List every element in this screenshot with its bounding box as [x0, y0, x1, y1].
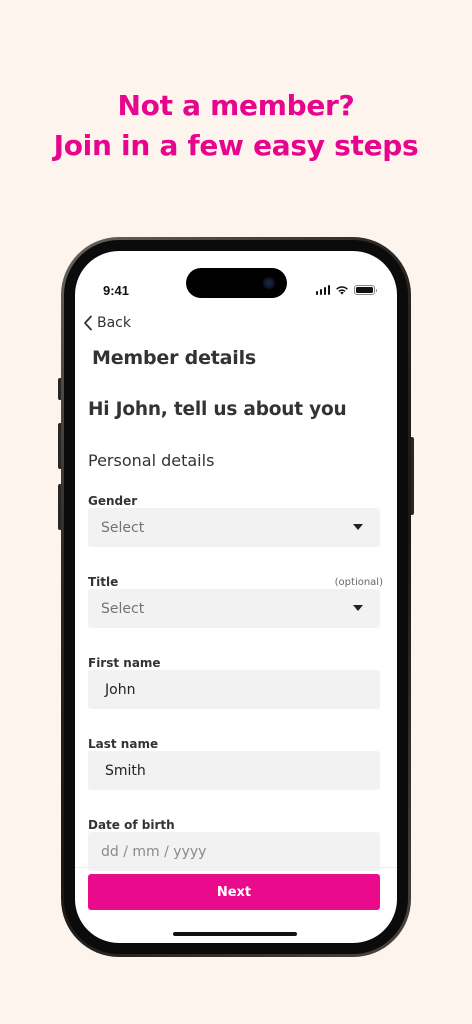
title-select[interactable]: Select: [88, 589, 380, 628]
date-of-birth-placeholder: dd / mm / yyyy: [101, 843, 207, 860]
battery-icon: [354, 285, 377, 295]
last-name-field[interactable]: Smith: [88, 751, 380, 790]
gender-select[interactable]: Select: [88, 508, 380, 547]
title-select-value: Select: [101, 600, 145, 617]
status-bar: 9:41: [75, 251, 397, 307]
last-name-value: Smith: [105, 762, 146, 779]
phone-bezel: 9:41 Back Member details Hi John, tell u…: [64, 240, 408, 954]
last-name-label: Last name: [88, 737, 159, 751]
status-time: 9:41: [103, 283, 130, 298]
page-title: Member details: [92, 347, 256, 369]
date-of-birth-field[interactable]: dd / mm / yyyy: [88, 832, 380, 871]
dropdown-caret-icon: [353, 605, 363, 611]
back-button[interactable]: Back: [83, 315, 131, 331]
promo-heading-line-1: Not a member?: [117, 89, 355, 122]
phone-screen: 9:41 Back Member details Hi John, tell u…: [75, 251, 397, 943]
title-optional-tag: (optional): [334, 577, 383, 588]
greeting-heading: Hi John, tell us about you: [88, 399, 347, 420]
status-icons: [315, 285, 377, 295]
gender-select-value: Select: [101, 519, 145, 536]
title-label: Title: [88, 575, 119, 589]
first-name-value: John: [105, 681, 136, 698]
wifi-icon: [336, 286, 348, 295]
next-button[interactable]: Next: [88, 874, 380, 910]
dynamic-island: [186, 268, 287, 298]
cellular-signal-icon: [315, 285, 330, 295]
first-name-field[interactable]: John: [88, 670, 380, 709]
gender-label: Gender: [88, 494, 138, 508]
section-heading: Personal details: [88, 451, 215, 470]
first-name-label: First name: [88, 656, 161, 670]
date-of-birth-label: Date of birth: [88, 818, 175, 832]
back-label: Back: [97, 315, 131, 331]
chevron-left-icon: [84, 315, 92, 331]
promo-heading-line-2: Join in a few easy steps: [53, 129, 419, 162]
front-camera-icon: [263, 277, 275, 289]
dropdown-caret-icon: [353, 524, 363, 530]
home-indicator: [173, 932, 297, 936]
footer-divider: [75, 867, 397, 868]
phone-frame: 9:41 Back Member details Hi John, tell u…: [61, 237, 411, 957]
